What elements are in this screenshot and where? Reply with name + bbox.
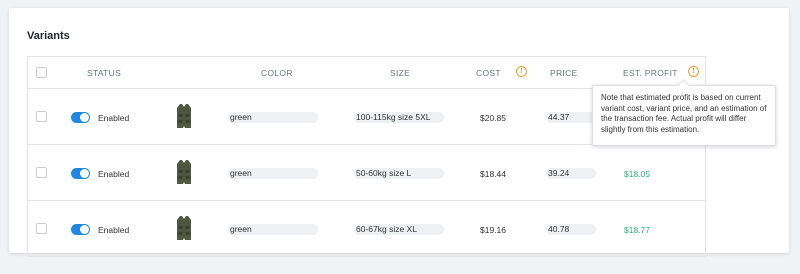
vest-icon xyxy=(177,104,191,128)
est-profit-info-icon[interactable]: ! xyxy=(688,66,699,77)
vest-icon xyxy=(177,160,191,184)
size-field[interactable]: 100-115kg size 5XL xyxy=(354,112,444,123)
cost-info-icon[interactable]: ! xyxy=(516,66,527,77)
section-title: Variants xyxy=(27,30,70,42)
size-field[interactable]: 50-60kg size L xyxy=(354,168,444,179)
row-checkbox[interactable] xyxy=(36,223,47,234)
price-input[interactable]: 39.24 xyxy=(546,168,596,179)
status-label: Enabled xyxy=(98,169,130,179)
status-toggle[interactable] xyxy=(71,112,90,123)
color-field[interactable]: green xyxy=(228,224,318,235)
header-est-profit: EST. PROFIT xyxy=(623,68,678,78)
vest-icon xyxy=(177,216,191,240)
header-status: STATUS xyxy=(87,68,122,78)
table-row: Enabled green 60-67kg size XL $19.16 40.… xyxy=(28,202,705,257)
color-field[interactable]: green xyxy=(228,112,318,123)
row-checkbox[interactable] xyxy=(36,167,47,178)
status-label: Enabled xyxy=(98,113,130,123)
header-price: PRICE xyxy=(550,68,578,78)
table-row: Enabled green 50-60kg size L $18.44 39.2… xyxy=(28,146,705,201)
variants-card: Variants STATUS COLOR SIZE COST ! PRICE … xyxy=(9,8,789,257)
profit-value: $18.05 xyxy=(624,169,650,179)
status-label: Enabled xyxy=(98,225,130,235)
price-input[interactable]: 44.37 xyxy=(546,112,596,123)
status-toggle[interactable] xyxy=(71,168,90,179)
select-all-checkbox[interactable] xyxy=(36,67,47,78)
header-color: COLOR xyxy=(261,68,293,78)
header-cost: COST xyxy=(476,68,501,78)
header-size: SIZE xyxy=(390,68,411,78)
cost-value: $19.16 xyxy=(480,225,506,235)
size-field[interactable]: 60-67kg size XL xyxy=(354,224,444,235)
cost-value: $20.85 xyxy=(480,113,506,123)
row-checkbox[interactable] xyxy=(36,111,47,122)
profit-value: $18.77 xyxy=(624,225,650,235)
status-toggle[interactable] xyxy=(71,224,90,235)
est-profit-tooltip: Note that estimated profit is based on c… xyxy=(592,85,776,146)
color-field[interactable]: green xyxy=(228,168,318,179)
price-input[interactable]: 40.78 xyxy=(546,224,596,235)
cost-value: $18.44 xyxy=(480,169,506,179)
